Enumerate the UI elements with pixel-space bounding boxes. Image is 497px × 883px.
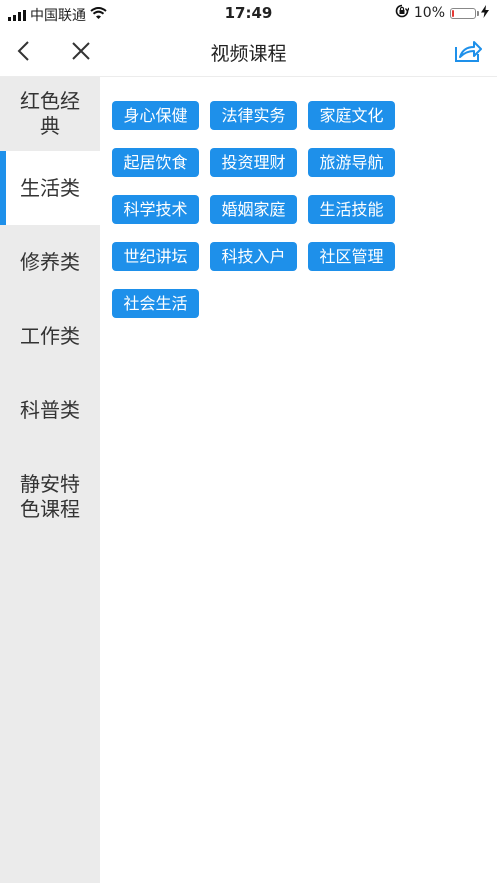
sidebar-item-2[interactable]: 修养类 xyxy=(0,225,100,299)
sidebar-item-3[interactable]: 工作类 xyxy=(0,299,100,373)
nav-bar: 视频课程 xyxy=(0,26,497,77)
tag-grid: 身心保健 法律实务 家庭文化起居饮食 投资理财 旅游导航科学技术 婚姻家庭 生活技能世纪讲坛… xyxy=(112,101,412,318)
tag-button[interactable]: 起居饮食 xyxy=(112,148,199,177)
category-sidebar: 红色经典生活类修养类工作类科普类静安特色课程 xyxy=(0,77,100,883)
tag-button[interactable]: 科学技术 xyxy=(112,195,199,224)
tag-button[interactable]: 旅游导航 xyxy=(308,148,395,177)
sidebar-item-label: 红色经典 xyxy=(20,89,80,138)
tag-button[interactable]: 社会生活 xyxy=(112,289,199,318)
sidebar-item-label: 修养类 xyxy=(20,249,80,274)
tag-button[interactable]: 婚姻家庭 xyxy=(210,195,297,224)
battery-percent: 10% xyxy=(413,5,445,21)
sidebar-item-5[interactable]: 静安特色课程 xyxy=(0,447,100,547)
tag-button[interactable]: 家庭文化 xyxy=(308,101,395,130)
sidebar-item-label: 科普类 xyxy=(20,397,80,422)
sidebar-item-label: 生活类 xyxy=(20,175,80,200)
tag-content-area: 身心保健 法律实务 家庭文化起居饮食 投资理财 旅游导航科学技术 婚姻家庭 生活技能世纪讲坛… xyxy=(100,77,497,883)
share-icon[interactable] xyxy=(452,36,484,66)
tag-button[interactable]: 生活技能 xyxy=(308,195,395,224)
tag-button[interactable]: 科技入户 xyxy=(210,242,297,271)
page-title: 视频课程 xyxy=(210,43,287,65)
sidebar-item-1[interactable]: 生活类 xyxy=(0,151,100,225)
orientation-lock-icon xyxy=(395,4,410,22)
sidebar-item-label: 工作类 xyxy=(20,323,80,348)
sidebar-item-0[interactable]: 红色经典 xyxy=(0,77,100,151)
battery-icon xyxy=(450,7,479,19)
tag-button[interactable]: 身心保健 xyxy=(112,101,199,130)
status-right: 10% xyxy=(395,4,489,22)
tag-button[interactable]: 世纪讲坛 xyxy=(112,242,199,271)
tag-button[interactable]: 社区管理 xyxy=(308,242,395,271)
sidebar-item-label: 静安特色课程 xyxy=(20,472,80,521)
sidebar-item-4[interactable]: 科普类 xyxy=(0,373,100,447)
status-bar: 中国联通 17:49 10% xyxy=(0,0,497,26)
tag-button[interactable]: 投资理财 xyxy=(210,148,297,177)
tag-button[interactable]: 法律实务 xyxy=(210,101,297,130)
charging-icon xyxy=(481,4,489,22)
